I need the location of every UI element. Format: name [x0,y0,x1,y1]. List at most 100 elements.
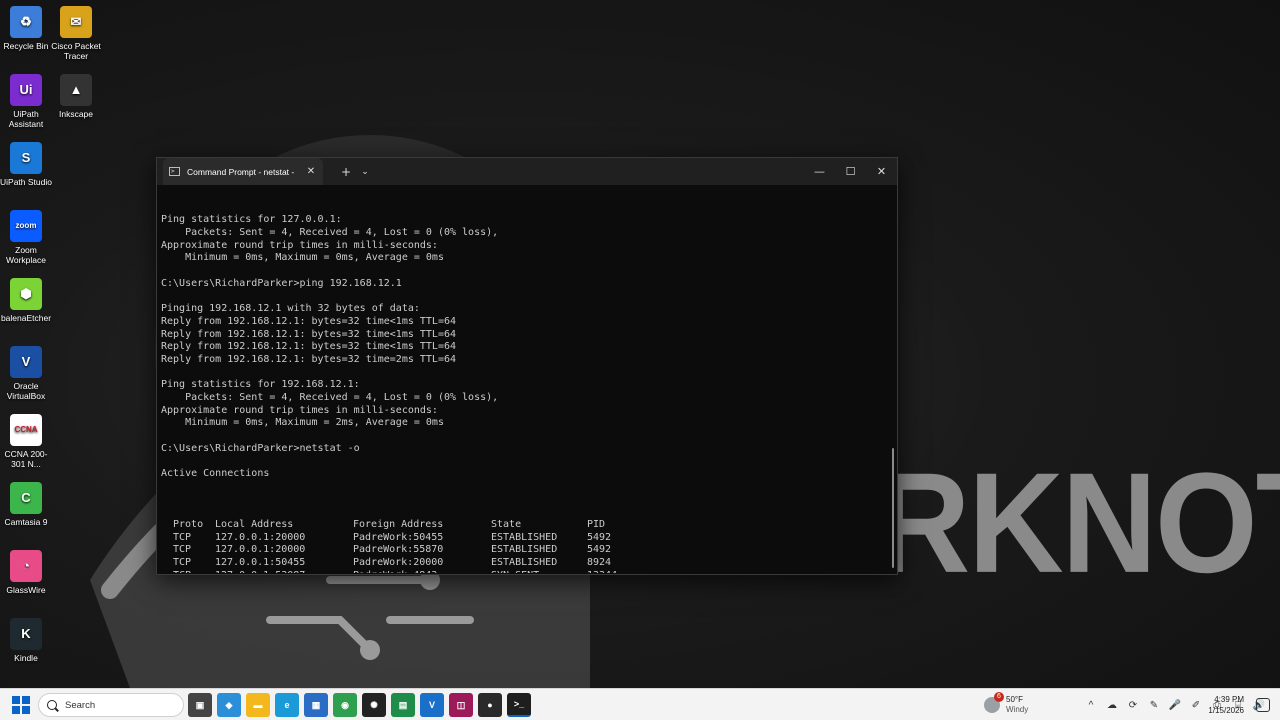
desktop-icon-cisco-packet-tracer[interactable]: ✉ Cisco Packet Tracer [50,6,102,61]
wallpaper-brand-text: RKNOT [875,443,1280,603]
minimize-button[interactable]: — [804,158,835,185]
taskbar-virtualbox-icon[interactable]: V [420,693,444,717]
header-state: State [491,518,522,530]
table-row: TCP127.0.0.1:53087PadreWork:4843SYN_SENT… [173,570,647,573]
clock-date: 1/15/2026 [1208,706,1244,715]
terminal-line: C:\Users\RichardParker>netstat -o [161,442,360,454]
taskbar-widgets-icon[interactable]: ◆ [217,693,241,717]
tray-pen-icon[interactable]: ✎ [1147,698,1161,712]
window-controls: — ☐ ✕ [804,158,897,185]
cell-state: ESTABLISHED [491,531,558,543]
desktop-icon-label: Cisco Packet Tracer [51,41,101,61]
cell-foreign-address: PadreWork:20000 [353,557,444,569]
terminal-line: Ping statistics for 127.0.0.1: [161,214,342,226]
taskbar-clock[interactable]: 4:39 PM 1/15/2026 [1208,694,1244,716]
taskbar-edge-icon[interactable]: e [275,693,299,717]
tab-title: Command Prompt - netstat - [187,166,295,177]
desktop-icon-label: Zoom Workplace [6,245,46,265]
desktop-icon-camtasia-9[interactable]: C Camtasia 9 [0,482,52,527]
taskbar-task-view-icon[interactable]: ▣ [188,693,212,717]
desktop-icon-uipath-assistant[interactable]: Ui UiPath Assistant [0,74,52,129]
terminal-line: Reply from 192.168.12.1: bytes=32 time<1… [161,341,457,353]
terminal-output[interactable]: Ping statistics for 127.0.0.1: Packets: … [161,189,891,573]
app-icon: ◔ [10,550,42,582]
desktop-icon-label: Camtasia 9 [4,517,48,527]
maximize-button[interactable]: ☐ [835,158,866,185]
cell-state: SYN_SENT [491,570,587,573]
search-icon [47,700,57,710]
desktop-icon-glasswire[interactable]: ◔ GlassWire [0,550,52,595]
tab-close-icon[interactable]: ✕ [305,166,317,177]
cell-pid: 5492 [587,531,612,543]
tray-show-hidden-icons-icon[interactable]: ^ [1084,698,1098,712]
desktop-icon-oracle-virtualbox[interactable]: V Oracle VirtualBox [0,346,52,401]
desktop-icon-label: balenaEtcher [0,313,52,323]
notification-center-icon[interactable] [1256,698,1270,712]
desktop-icon-ccna-200-301-n[interactable]: CCNA CCNA 200-301 N... [0,414,52,469]
terminal-line: Active Connections [161,468,270,480]
taskbar-file-explorer-icon[interactable]: ▬ [246,693,270,717]
desktop-icon-recycle-bin[interactable]: ♻ Recycle Bin [0,6,52,51]
weather-temperature: 50°F [1006,695,1023,704]
cell-local-address: 127.0.0.1:20000 [215,531,306,543]
terminal-line: Approximate round trip times in milli-se… [161,239,438,251]
cell-state: ESTABLISHED [491,557,558,569]
cell-pid: 13344 [587,570,647,573]
taskbar-packet-tracer-icon[interactable]: ▤ [391,693,415,717]
app-icon: ♻ [10,6,42,38]
taskbar-chatgpt-icon[interactable]: ✺ [362,693,386,717]
terminal-line: Ping statistics for 192.168.12.1: [161,379,360,391]
taskbar-search-box[interactable]: Search [38,693,184,717]
header-proto: Proto [173,518,204,530]
taskbar-chrome-icon[interactable]: ◉ [333,693,357,717]
tab-command-prompt[interactable]: > Command Prompt - netstat - ✕ [163,158,323,185]
cell-pid: 5492 [587,544,612,556]
terminal-line: Minimum = 0ms, Maximum = 2ms, Average = … [161,417,444,429]
terminal-scrollbar[interactable] [892,448,894,568]
window-titlebar[interactable]: > Command Prompt - netstat - ✕ + ⌄ — ☐ ✕ [157,158,897,185]
tray-edit-icon[interactable]: ✐ [1189,698,1203,712]
table-row: TCP 127.0.0.1:20000 PadreWork:50455 ESTABLI… [173,532,647,545]
active-connections-table: Proto Local Address Foreign Address Stat… [173,519,647,573]
cell-proto: TCP [173,557,192,569]
app-icon: ⬢ [10,278,42,310]
weather-icon: 6 [984,692,1004,713]
app-icon: S [10,142,42,174]
weather-widget[interactable]: 6 50°F Windy [984,692,1054,717]
desktop-icon-uipath-studio[interactable]: S UiPath Studio [0,142,52,187]
tray-microphone-icon[interactable]: 🎤 [1168,698,1182,712]
taskbar-terminal-icon[interactable]: >_ [507,693,531,717]
app-icon: K [10,618,42,650]
close-window-button[interactable]: ✕ [866,158,897,185]
terminal-icon: > [169,167,180,176]
taskbar-store-icon[interactable]: ▦ [304,693,328,717]
app-icon: C [10,482,42,514]
desktop-icon-zoom-workplace[interactable]: zoom Zoom Workplace [0,210,52,265]
tray-sync-icon[interactable]: ⟳ [1126,698,1140,712]
desktop-icon-label: UiPath Studio [0,177,52,187]
new-tab-button[interactable]: + [339,165,353,179]
command-prompt-window[interactable]: > Command Prompt - netstat - ✕ + ⌄ — ☐ ✕… [156,157,898,575]
tab-dropdown-button[interactable]: ⌄ [359,167,371,177]
terminal-line: Packets: Sent = 4, Received = 4, Lost = … [161,392,499,404]
taskbar-obs-icon[interactable]: ● [478,693,502,717]
desktop-icon-kindle[interactable]: K Kindle [0,618,52,663]
terminal-line: Reply from 192.168.12.1: bytes=32 time=2… [161,353,457,365]
desktop-icon-balenaetcher[interactable]: ⬢ balenaEtcher [0,278,52,323]
taskbar-app-pink-icon[interactable]: ◫ [449,693,473,717]
table-row: TCP 127.0.0.1:50455 PadreWork:20000 ESTABLI… [173,557,647,570]
start-button[interactable] [12,696,30,714]
desktop-icon-label: Inkscape [58,109,94,119]
terminal-line: Reply from 192.168.12.1: bytes=32 time<1… [161,328,457,340]
desktop-icon-label: UiPath Assistant [8,109,44,129]
tray-onedrive-icon[interactable]: ☁ [1105,698,1119,712]
connection-rows: TCP 127.0.0.1:20000 PadreWork:50455 ESTABLI… [173,532,647,573]
desktop-icon-label: GlassWire [6,585,46,595]
clock-time: 4:39 PM [1214,695,1244,704]
desktop-icon-inkscape[interactable]: ▲ Inkscape [50,74,102,119]
terminal-line: Minimum = 0ms, Maximum = 0ms, Average = … [161,252,444,264]
